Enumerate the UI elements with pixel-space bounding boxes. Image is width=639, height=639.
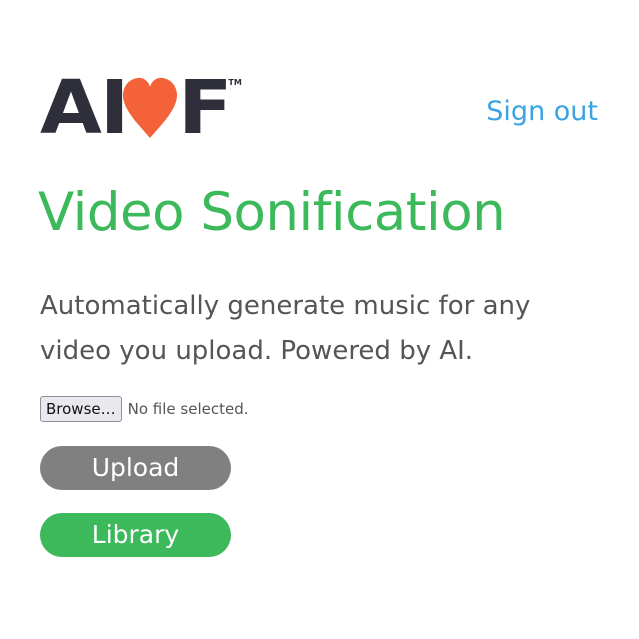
- heart-v-icon: [122, 77, 177, 138]
- library-button[interactable]: Library: [40, 513, 231, 557]
- logo-text-left: AI: [40, 65, 129, 151]
- page: AI F TM Sign out Video Sonification Auto…: [0, 0, 639, 639]
- page-description: Automatically generate music for any vid…: [40, 291, 531, 366]
- browse-button[interactable]: Browse…: [40, 396, 122, 422]
- aivf-logo: AI F TM: [40, 65, 242, 151]
- sign-out-link[interactable]: Sign out: [486, 96, 598, 127]
- page-title: Video Sonification: [38, 182, 506, 243]
- file-status-text: No file selected.: [127, 400, 249, 418]
- logo-wordmark: AI F: [40, 65, 232, 151]
- file-input: Browse… No file selected.: [40, 396, 249, 422]
- logo-text-right: F: [177, 65, 233, 151]
- upload-button[interactable]: Upload: [40, 446, 231, 490]
